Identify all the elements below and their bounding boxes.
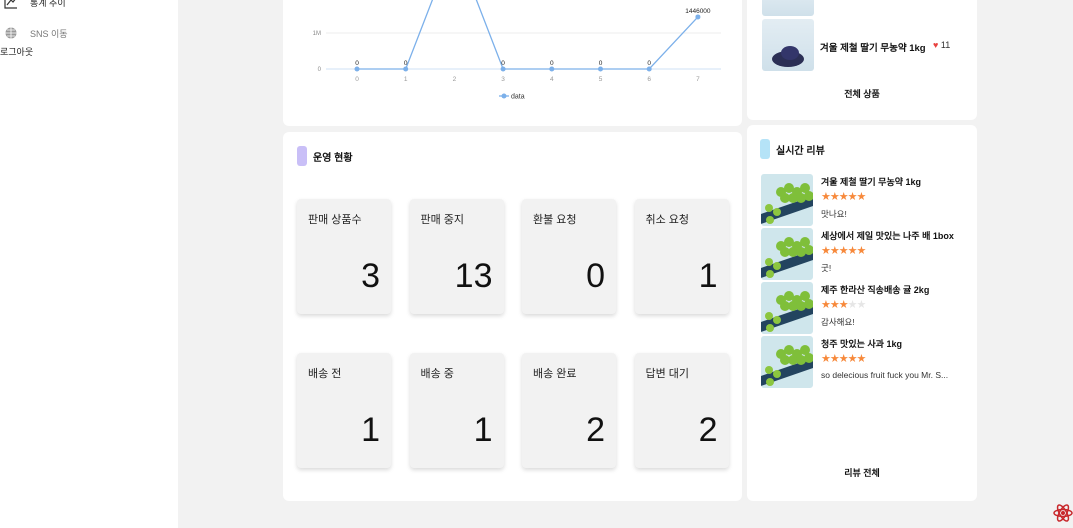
stat-label: 판매 중지 bbox=[420, 214, 465, 226]
legend-marker bbox=[501, 93, 507, 99]
stat-label: 답변 대기 bbox=[645, 368, 690, 380]
x-tick-label: 0 bbox=[355, 76, 359, 83]
ops-title: 운영 현황 bbox=[313, 152, 353, 164]
stat-value: 13 bbox=[454, 257, 493, 295]
data-point[interactable] bbox=[354, 66, 360, 72]
star-rating: ★★★★★ bbox=[821, 299, 866, 311]
stat-value: 1 bbox=[473, 411, 493, 449]
data-label: 1446000 bbox=[685, 8, 711, 15]
line-chart: 1M 0 0 0 1 0 2 3 0 4 0 5 0 6 0 7 1446000 data bbox=[313, 0, 721, 101]
review-product-name: 겨울 제철 딸기 무농약 1kg bbox=[821, 177, 922, 187]
x-tick-label: 7 bbox=[696, 76, 700, 83]
data-point[interactable] bbox=[403, 66, 409, 72]
data-label: 0 bbox=[355, 60, 359, 67]
data-point[interactable] bbox=[500, 66, 506, 72]
sidebar-item-sns[interactable]: SNS 이동 bbox=[4, 26, 68, 40]
review-item[interactable]: 세상에서 제일 맛있는 나주 배 1box ★★★★★ 굿! bbox=[761, 228, 971, 282]
review-thumbnail bbox=[761, 228, 813, 280]
review-comment: 감사해요! bbox=[821, 317, 855, 327]
review-thumbnail bbox=[761, 282, 813, 334]
data-label: 0 bbox=[647, 60, 651, 67]
star-rating: ★★★★★ bbox=[821, 353, 866, 365]
stat-label: 판매 상품수 bbox=[308, 214, 362, 226]
likes-count: ♥ 11 bbox=[933, 40, 950, 50]
data-label: 0 bbox=[599, 60, 603, 67]
stat-card[interactable]: 판매 중지 13 bbox=[409, 199, 504, 314]
review-thumbnail bbox=[761, 336, 813, 388]
stat-card[interactable]: 배송 중 1 bbox=[409, 353, 504, 468]
product-name[interactable]: 겨울 제철 딸기 무농약 1kg bbox=[820, 40, 926, 54]
globe-icon bbox=[5, 27, 17, 39]
product-thumbnail[interactable] bbox=[762, 19, 814, 71]
section-title: 운영 현황 bbox=[297, 146, 353, 166]
x-tick-label: 5 bbox=[599, 76, 603, 83]
likes-value: 11 bbox=[940, 40, 951, 50]
stat-card[interactable]: 취소 요청 1 bbox=[634, 199, 729, 314]
sidebar-item-stats[interactable]: 통계 추이 bbox=[4, 0, 66, 9]
data-point[interactable] bbox=[695, 14, 701, 20]
stat-label: 배송 전 bbox=[308, 368, 342, 380]
data-point[interactable] bbox=[598, 66, 603, 72]
react-devtools-icon[interactable] bbox=[1052, 502, 1073, 524]
legend-label[interactable]: data bbox=[511, 94, 525, 101]
x-tick-label: 1 bbox=[404, 76, 408, 83]
stat-value: 0 bbox=[586, 257, 605, 295]
x-tick-label: 3 bbox=[501, 76, 505, 83]
data-point[interactable] bbox=[549, 66, 555, 72]
series-line bbox=[357, 0, 699, 70]
review-thumbnail bbox=[761, 174, 813, 226]
sidebar-item-label: 통계 추이 bbox=[30, 0, 66, 8]
data-point[interactable] bbox=[646, 66, 652, 72]
stat-card[interactable]: 환불 요청 0 bbox=[522, 199, 616, 314]
review-item[interactable]: 제주 한라산 직송배송 귤 2kg ★★★★★ 감사해요! bbox=[761, 282, 971, 336]
stat-value: 2 bbox=[698, 411, 718, 449]
y-tick-label: 1M bbox=[313, 31, 321, 37]
stat-card[interactable]: 판매 상품수 3 bbox=[297, 199, 391, 314]
stat-card[interactable]: 답변 대기 2 bbox=[634, 353, 729, 468]
reviews-title: 실시간 리뷰 bbox=[776, 145, 825, 157]
review-product-name: 제주 한라산 직송배송 귤 2kg bbox=[821, 285, 930, 295]
stat-label: 환불 요청 bbox=[533, 214, 577, 226]
sidebar-item-label: SNS 이동 bbox=[30, 28, 68, 39]
x-tick-label: 4 bbox=[550, 76, 554, 83]
data-label: 0 bbox=[550, 60, 554, 67]
chart-line-icon bbox=[4, 0, 17, 9]
stat-value: 2 bbox=[586, 411, 605, 449]
data-label: 0 bbox=[404, 60, 408, 67]
x-tick-label: 2 bbox=[453, 76, 457, 83]
stat-label: 배송 중 bbox=[420, 368, 454, 380]
section-title: 실시간 리뷰 bbox=[760, 139, 825, 159]
popular-products-card: 겨울 제철 딸기 무농약 1kg ♥ 11 전체 상품 bbox=[747, 0, 977, 120]
data-label: 0 bbox=[501, 60, 505, 67]
reviews-card: 실시간 리뷰 겨울 제철 딸기 무농약 1kg ★★★★★ 맛나요! 세상에서 … bbox=[747, 125, 977, 501]
heart-icon: ♥ bbox=[933, 40, 939, 50]
review-comment: 굿! bbox=[821, 263, 832, 273]
star-rating: ★★★★★ bbox=[821, 191, 866, 203]
y-tick-label: 0 bbox=[318, 67, 322, 73]
all-reviews-link[interactable]: 리뷰 전체 bbox=[747, 466, 977, 479]
review-comment: so delecious fruit fuck you Mr. S... bbox=[821, 370, 949, 380]
stat-label: 취소 요청 bbox=[645, 214, 690, 226]
product-thumbnail[interactable] bbox=[762, 0, 814, 16]
review-comment: 맛나요! bbox=[821, 209, 847, 219]
review-product-name: 청주 맛있는 사과 1kg bbox=[821, 339, 902, 349]
all-products-link[interactable]: 전체 상품 bbox=[747, 87, 977, 100]
logout-button[interactable]: 로그아웃 bbox=[0, 45, 33, 58]
stat-label: 배송 완료 bbox=[533, 368, 577, 380]
stat-value: 1 bbox=[361, 411, 380, 449]
review-item[interactable]: 청주 맛있는 사과 1kg ★★★★★ so delecious fruit f… bbox=[761, 336, 971, 390]
stat-value: 1 bbox=[698, 257, 718, 295]
stat-card[interactable]: 배송 전 1 bbox=[297, 353, 391, 468]
operations-card: 운영 현황 판매 상품수 3 판매 중지 13 환불 요청 0 취소 요청 1 배송 전 1 배송 … bbox=[283, 132, 742, 501]
sidebar: 통계 추이 SNS 이동 로그아웃 bbox=[0, 0, 178, 528]
x-tick-label: 6 bbox=[647, 76, 651, 83]
stat-card[interactable]: 배송 완료 2 bbox=[522, 353, 616, 468]
review-product-name: 세상에서 제일 맛있는 나주 배 1box bbox=[821, 231, 954, 241]
stat-value: 3 bbox=[361, 257, 380, 295]
sales-chart-card: 1M 0 0 0 1 0 2 3 0 4 0 5 0 6 0 7 1446000 data bbox=[283, 0, 742, 126]
star-rating: ★★★★★ bbox=[821, 245, 866, 257]
review-item[interactable]: 겨울 제철 딸기 무농약 1kg ★★★★★ 맛나요! bbox=[761, 174, 971, 228]
